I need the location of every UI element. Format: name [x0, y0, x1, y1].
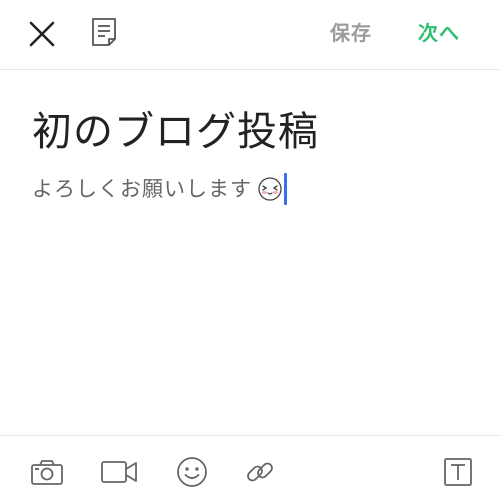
close-icon — [29, 21, 55, 47]
top-bar: 保存 次へ — [0, 0, 500, 70]
save-button[interactable]: 保存 — [330, 18, 372, 48]
document-button[interactable] — [84, 12, 124, 52]
text-format-icon — [444, 458, 472, 486]
video-icon — [101, 461, 137, 483]
post-body-text: よろしくお願いします — [32, 177, 252, 201]
document-icon — [92, 18, 116, 46]
post-title[interactable]: 初のブログ投稿 — [32, 104, 319, 160]
video-button[interactable] — [99, 454, 139, 490]
link-button[interactable] — [240, 454, 280, 490]
next-button[interactable]: 次へ — [418, 18, 460, 48]
close-button[interactable] — [22, 14, 62, 54]
blog-editor-screen: 保存 次へ 初のブログ投稿 よろしくお願いします — [0, 0, 500, 500]
sticker-face-icon — [258, 177, 282, 201]
text-caret — [284, 173, 287, 205]
camera-button[interactable] — [27, 454, 67, 490]
emoji-icon — [177, 457, 207, 487]
link-icon — [247, 462, 273, 482]
camera-icon — [31, 460, 63, 485]
text-format-button[interactable] — [438, 454, 478, 490]
bottom-toolbar — [0, 435, 500, 500]
emoji-button[interactable] — [172, 454, 212, 490]
post-body[interactable]: よろしくお願いします — [32, 172, 287, 206]
